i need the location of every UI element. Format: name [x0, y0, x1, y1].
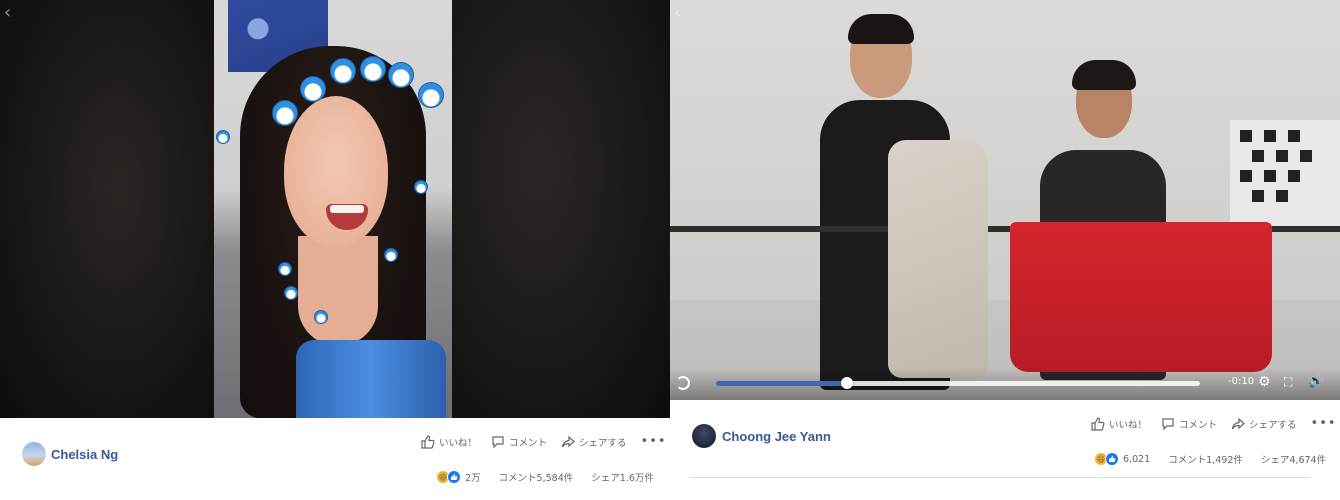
doraemon-sticker-icon: [418, 82, 444, 108]
comment-button[interactable]: コメント: [491, 435, 547, 449]
doraemon-mini-icon: [384, 248, 398, 262]
replay-icon[interactable]: [676, 376, 690, 390]
fullscreen-icon[interactable]: ⛶: [1284, 374, 1292, 390]
like-icon: [1091, 416, 1105, 431]
like-reaction-icon: [1105, 452, 1119, 466]
share-button[interactable]: シェアする: [1231, 417, 1297, 431]
doraemon-sticker-icon: [300, 76, 326, 102]
comment-label: コメント: [509, 437, 548, 449]
doraemon-mini-icon: [414, 180, 428, 194]
video-player-left[interactable]: ‹: [0, 0, 670, 418]
shelf-cube: [1264, 130, 1276, 142]
more-icon[interactable]: •••: [1311, 416, 1337, 431]
shelf-cube: [1264, 170, 1276, 182]
post-left: ‹ Chelsia Ng いいね！ コメント シェアする ••• 😆 2万 コメ…: [0, 0, 670, 500]
share-icon: [561, 435, 575, 447]
comment-count[interactable]: コメント1,492件: [1168, 452, 1243, 466]
doraemon-sticker-icon: [360, 56, 386, 82]
like-button[interactable]: いいね！: [1091, 416, 1148, 431]
reactions-summary[interactable]: 😆 6,021: [1094, 452, 1150, 466]
comment-button[interactable]: コメント: [1161, 417, 1217, 431]
avatar[interactable]: [22, 442, 46, 466]
video-blur-left: [0, 0, 214, 418]
shelf-cube: [1252, 190, 1264, 202]
comment-count[interactable]: コメント5,584件: [499, 470, 574, 484]
comment-icon: [1162, 417, 1174, 430]
shelf-cube: [1300, 150, 1312, 162]
doraemon-mini-icon: [314, 310, 328, 324]
beige-towel: [888, 140, 988, 378]
like-icon: [421, 434, 435, 449]
back-chevron-icon[interactable]: ‹: [674, 4, 681, 22]
post-meta-left: Chelsia Ng いいね！ コメント シェアする ••• 😆 2万 コメント…: [0, 418, 670, 500]
video-blur-right: [452, 0, 670, 418]
man-hair: [848, 14, 914, 44]
post-right: ‹ -0:10 ⚙ ⛶ 🔊 Choong Jee Yann いいね！ コメント …: [670, 0, 1340, 500]
video-player-right[interactable]: ‹ -0:10 ⚙ ⛶ 🔊: [670, 0, 1340, 400]
more-icon[interactable]: •••: [641, 434, 667, 449]
progress-fill: [716, 381, 847, 386]
progress-handle[interactable]: [840, 377, 853, 389]
share-button[interactable]: シェアする: [561, 435, 627, 449]
reaction-count: 2万: [465, 473, 481, 484]
post-actions-right: いいね！ コメント シェアする •••: [1091, 416, 1337, 431]
doraemon-mini-icon: [216, 130, 230, 144]
person-dress: [296, 340, 446, 418]
shelf-cube: [1252, 150, 1264, 162]
reaction-count: 6,021: [1123, 453, 1151, 465]
person-teeth: [330, 205, 364, 213]
like-button[interactable]: いいね！: [421, 434, 478, 449]
time-remaining: -0:10: [1228, 376, 1255, 387]
doraemon-mini-icon: [278, 262, 292, 276]
author-name[interactable]: Chelsia Ng: [51, 447, 118, 462]
back-chevron-icon[interactable]: ‹: [4, 4, 11, 22]
comment-icon: [492, 435, 504, 448]
author-name[interactable]: Choong Jee Yann: [722, 429, 831, 444]
post-actions-left: いいね！ コメント シェアする •••: [421, 434, 667, 449]
shelf-cube: [1240, 170, 1252, 182]
shelf-cube: [1288, 130, 1300, 142]
shelf-cube: [1240, 130, 1252, 142]
share-count[interactable]: シェア4,674件: [1261, 452, 1326, 466]
post-stats-left: 😆 2万 コメント5,584件 シェア1.6万件: [436, 470, 654, 484]
reactions-summary[interactable]: 😆 2万: [436, 470, 481, 484]
share-count[interactable]: シェア1.6万件: [591, 470, 654, 484]
person-neck: [298, 236, 378, 346]
video-frame: [214, 0, 452, 418]
post-divider: [690, 477, 1310, 478]
like-label: いいね！: [439, 437, 478, 449]
volume-icon[interactable]: 🔊: [1308, 374, 1324, 390]
shelf-cube: [1276, 150, 1288, 162]
doraemon-sticker-icon: [272, 100, 298, 126]
woman-hair: [1072, 60, 1136, 90]
avatar[interactable]: [692, 424, 716, 448]
post-meta-right: Choong Jee Yann いいね！ コメント シェアする ••• 😆 6,…: [670, 400, 1340, 500]
share-icon: [1231, 417, 1245, 429]
shelf-cube: [1288, 170, 1300, 182]
page: ‹ Chelsia Ng いいね！ コメント シェアする ••• 😆 2万 コメ…: [0, 0, 1340, 500]
share-label: シェアする: [1249, 419, 1297, 431]
shelf-cube: [1276, 190, 1288, 202]
doraemon-mini-icon: [284, 286, 298, 300]
storage-shelf: [1230, 120, 1340, 230]
comment-label: コメント: [1179, 419, 1218, 431]
share-label: シェアする: [579, 437, 627, 449]
post-stats-right: 😆 6,021 コメント1,492件 シェア4,674件: [1094, 452, 1326, 466]
like-label: いいね！: [1109, 419, 1148, 431]
like-reaction-icon: [447, 470, 461, 484]
doraemon-sticker-icon: [388, 62, 414, 88]
settings-icon[interactable]: ⚙: [1258, 374, 1271, 390]
progress-track[interactable]: [716, 377, 1200, 389]
red-cloth: [1010, 222, 1272, 372]
doraemon-sticker-icon: [330, 58, 356, 84]
